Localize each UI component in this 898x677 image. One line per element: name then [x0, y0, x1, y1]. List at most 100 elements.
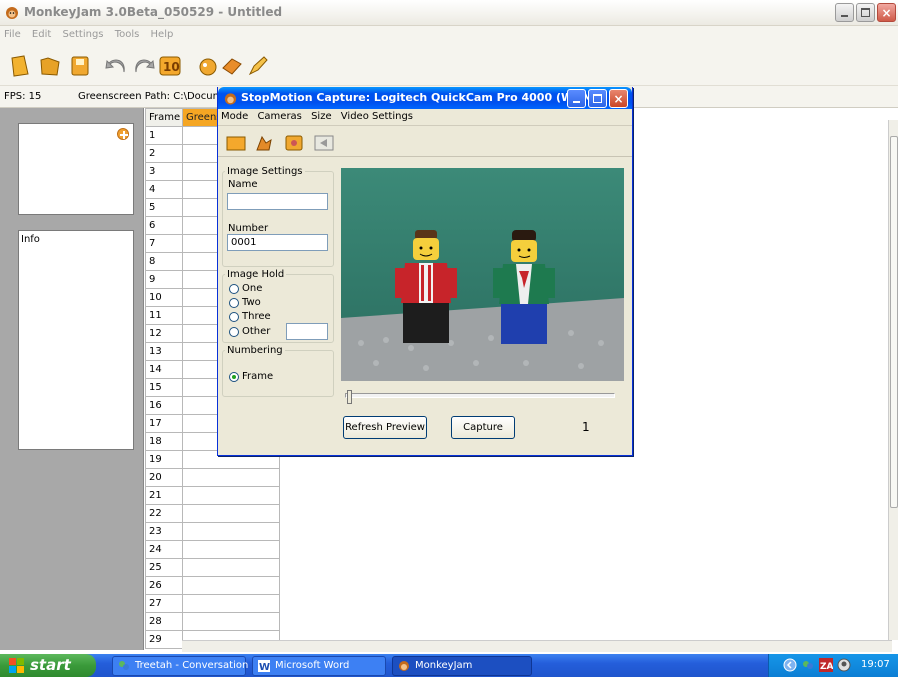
messenger-tray-icon[interactable]: [801, 658, 815, 672]
menu-mode[interactable]: Mode: [218, 109, 251, 124]
name-field[interactable]: [227, 193, 328, 210]
messenger-icon: [119, 661, 129, 670]
menu-edit[interactable]: Edit: [28, 26, 55, 40]
clock: 19:07: [861, 659, 890, 670]
ten-frames-icon[interactable]: 10: [158, 54, 182, 78]
open-file-icon[interactable]: [38, 54, 62, 78]
table-row[interactable]: 23: [145, 522, 280, 541]
hold-one-radio[interactable]: One: [229, 283, 262, 294]
frame-column-header[interactable]: Frame: [145, 108, 183, 127]
hold-other-radio[interactable]: Other: [229, 326, 270, 337]
restore-button[interactable]: [856, 3, 875, 22]
greenscreen-cell[interactable]: [182, 594, 280, 613]
capture-button[interactable]: Capture: [451, 416, 515, 439]
scroll-thumb[interactable]: [890, 136, 898, 508]
table-row[interactable]: 21: [145, 486, 280, 505]
task-word[interactable]: W Microsoft Word: [252, 656, 386, 676]
image-settings-legend: Image Settings: [227, 166, 303, 177]
frame-number-cell: 14: [145, 360, 183, 379]
main-toolbar: 10: [0, 46, 898, 86]
thumbnail-preview[interactable]: [18, 123, 134, 215]
close-button[interactable]: ×: [877, 3, 896, 22]
info-panel: Info: [18, 230, 134, 450]
frame-number-cell: 12: [145, 324, 183, 343]
main-window-title: MonkeyJam 3.0Beta_050529 - Untitled: [24, 5, 283, 19]
network-icon[interactable]: [837, 658, 851, 672]
monkey-icon: [6, 7, 18, 19]
dialog-titlebar[interactable]: StopMotion Capture: Logitech QuickCam Pr…: [218, 87, 632, 109]
greenscreen-cell[interactable]: [182, 558, 280, 577]
task-treetah[interactable]: Treetah - Conversation: [112, 656, 248, 676]
hold-three-radio[interactable]: Three: [229, 311, 271, 322]
menu-size[interactable]: Size: [308, 109, 335, 124]
svg-text:ZA: ZA: [820, 662, 833, 672]
save-file-icon[interactable]: [68, 54, 92, 78]
dialog-minimize-button[interactable]: [567, 89, 586, 108]
frame-number-cell: 24: [145, 540, 183, 559]
rewind-icon[interactable]: [314, 134, 334, 152]
frame-number-cell: 13: [145, 342, 183, 361]
numbering-frame-radio[interactable]: Frame: [229, 371, 273, 382]
frame-number-cell: 2: [145, 144, 183, 163]
name-label: Name: [228, 179, 258, 190]
add-icon[interactable]: [117, 128, 129, 140]
windows-logo-icon: [9, 658, 24, 673]
start-label: start: [30, 656, 71, 674]
menu-tools[interactable]: Tools: [111, 26, 144, 40]
menu-help[interactable]: Help: [147, 26, 178, 40]
menu-cameras[interactable]: Cameras: [254, 109, 304, 124]
frame-number-cell: 26: [145, 576, 183, 595]
refresh-preview-button[interactable]: Refresh Preview: [343, 416, 427, 439]
table-row[interactable]: 26: [145, 576, 280, 595]
greenscreen-cell[interactable]: [182, 612, 280, 631]
image-hold-legend: Image Hold: [227, 269, 285, 280]
greenscreen-cell[interactable]: [182, 468, 280, 487]
frame-number-cell: 21: [145, 486, 183, 505]
camera-capture-icon[interactable]: [220, 54, 244, 78]
minimize-button[interactable]: [835, 3, 854, 22]
hold-other-field[interactable]: [286, 323, 328, 340]
table-row[interactable]: 24: [145, 540, 280, 559]
table-row[interactable]: 20: [145, 468, 280, 487]
number-field[interactable]: [227, 234, 328, 251]
menu-file[interactable]: File: [0, 26, 25, 40]
zonealarm-icon[interactable]: ZA: [819, 658, 833, 672]
frame-slider[interactable]: [345, 390, 615, 404]
undo-icon[interactable]: [104, 54, 128, 78]
start-button[interactable]: start: [0, 654, 96, 677]
table-row[interactable]: 25: [145, 558, 280, 577]
lightbox-icon[interactable]: [196, 54, 220, 78]
new-file-icon[interactable]: [8, 54, 32, 78]
hold-two-radio[interactable]: Two: [229, 297, 261, 308]
menu-video-settings[interactable]: Video Settings: [338, 109, 416, 124]
paint-icon[interactable]: [246, 54, 270, 78]
greenscreen-cell[interactable]: [182, 486, 280, 505]
onion-skin-icon[interactable]: [254, 134, 274, 152]
redo-icon[interactable]: [132, 54, 156, 78]
monkey-icon: [399, 661, 409, 671]
dialog-close-button[interactable]: ×: [609, 89, 628, 108]
frame-number-cell: 22: [145, 504, 183, 523]
frame-number-cell: 7: [145, 234, 183, 253]
greenscreen-cell[interactable]: [182, 576, 280, 595]
dialog-maximize-button[interactable]: [588, 89, 607, 108]
capture-settings-icon[interactable]: [284, 134, 304, 152]
greenscreen-cell[interactable]: [182, 504, 280, 523]
greenscreen-cell[interactable]: [182, 540, 280, 559]
back-arrow-icon[interactable]: [783, 658, 797, 672]
menu-settings[interactable]: Settings: [58, 26, 107, 40]
greenscreen-cell[interactable]: [182, 522, 280, 541]
table-row[interactable]: 28: [145, 612, 280, 631]
task-monkeyjam[interactable]: MonkeyJam: [392, 656, 532, 676]
frame-mode-icon[interactable]: [226, 134, 246, 152]
vertical-scrollbar[interactable]: [888, 120, 898, 640]
numbering-legend: Numbering: [227, 345, 283, 356]
table-row[interactable]: 22: [145, 504, 280, 523]
frame-number-cell: 4: [145, 180, 183, 199]
slider-knob[interactable]: [347, 390, 352, 404]
table-row[interactable]: 27: [145, 594, 280, 613]
left-panel: Info: [0, 108, 144, 650]
dialog-menubar: Mode Cameras Size Video Settings: [218, 109, 632, 126]
monkey-icon: [224, 93, 237, 105]
horizontal-scrollbar[interactable]: [182, 640, 892, 652]
